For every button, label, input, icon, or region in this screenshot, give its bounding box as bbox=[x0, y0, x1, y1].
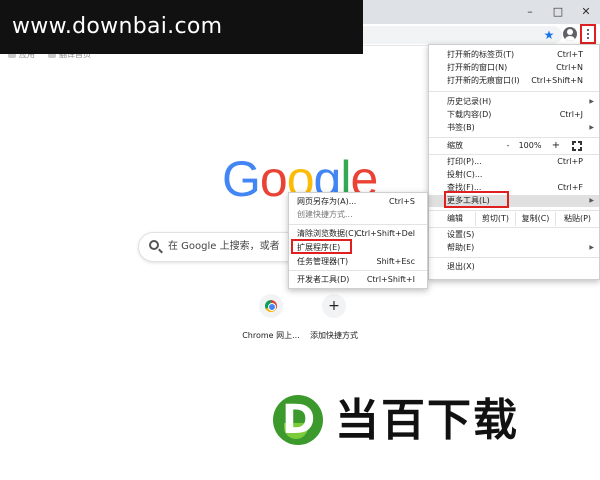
menu-item-label: 任务管理器(T) bbox=[297, 257, 349, 266]
menu-divider bbox=[429, 91, 599, 92]
menu-item-label: 打印(P)... bbox=[447, 157, 482, 166]
menu-item-label: 帮助(E) bbox=[447, 243, 475, 252]
submenu-arrow-icon: ▶ bbox=[589, 197, 594, 204]
account-icon[interactable] bbox=[563, 27, 577, 41]
menu-item-incognito[interactable]: 打开新的无痕窗口(I) Ctrl+Shift+N bbox=[429, 75, 599, 87]
watermark-top: www.downbai.com bbox=[0, 0, 363, 54]
minimize-button[interactable]: – bbox=[516, 0, 544, 22]
chrome-icon bbox=[265, 300, 277, 312]
edit-row: 编辑 剪切(T) 复制(C) 粘贴(P) bbox=[429, 212, 599, 226]
menu-item-shortcut: Ctrl+F bbox=[557, 183, 583, 192]
menu-item-shortcut: Ctrl+N bbox=[556, 63, 583, 72]
menu-item-label: 查找(F)... bbox=[447, 183, 482, 192]
submenu-arrow-icon: ▶ bbox=[589, 124, 594, 131]
menu-item-task-manager[interactable]: 任务管理器(T) Shift+Esc bbox=[289, 256, 427, 268]
menu-divider bbox=[429, 137, 599, 138]
zoom-in-button[interactable]: + bbox=[549, 139, 563, 153]
menu-item-history[interactable]: 历史记录(H) ▶ bbox=[429, 96, 599, 108]
cut-button[interactable]: 剪切(T) bbox=[475, 212, 515, 226]
shortcut-label: Chrome 网上... bbox=[242, 331, 300, 340]
zoom-label: 缩放 bbox=[447, 141, 463, 150]
menu-item-bookmarks[interactable]: 书签(B) ▶ bbox=[429, 122, 599, 134]
menu-divider bbox=[429, 154, 599, 155]
menu-item-settings[interactable]: 设置(S) bbox=[429, 229, 599, 241]
edit-label: 编辑 bbox=[447, 214, 463, 223]
more-tools-submenu: 网页另存为(A)... Ctrl+S 创建快捷方式... 清除浏览数据(C)...… bbox=[288, 192, 428, 289]
menu-item-new-tab[interactable]: 打开新的标签页(T) Ctrl+T bbox=[429, 49, 599, 61]
screenshot: – □ ✕ ★ 应用 翻译首页 www.downbai.com Google 在… bbox=[0, 0, 600, 480]
menu-item-label: 设置(S) bbox=[447, 230, 475, 239]
three-dot-menu-icon[interactable] bbox=[580, 24, 596, 44]
menu-item-new-window[interactable]: 打开新的窗口(N) Ctrl+N bbox=[429, 62, 599, 74]
copy-button[interactable]: 复制(C) bbox=[515, 212, 555, 226]
menu-item-label: 网页另存为(A)... bbox=[297, 197, 357, 206]
watermark-letter: D bbox=[282, 397, 316, 443]
menu-item-label: 打开新的窗口(N) bbox=[447, 63, 508, 72]
menu-divider bbox=[429, 257, 599, 258]
close-button[interactable]: ✕ bbox=[572, 0, 600, 22]
menu-item-shortcut: Ctrl+Shift+N bbox=[531, 76, 583, 85]
menu-item-label: 退出(X) bbox=[447, 262, 475, 271]
shortcut-add[interactable]: + 添加快捷方式 bbox=[299, 294, 369, 341]
menu-item-shortcut: Ctrl+S bbox=[388, 197, 415, 206]
menu-divider bbox=[289, 224, 427, 225]
menu-item-label: 投射(C)... bbox=[447, 170, 483, 179]
menu-item-cast[interactable]: 投射(C)... bbox=[429, 169, 599, 181]
menu-item-label: 打开新的无痕窗口(I) bbox=[447, 76, 520, 85]
shortcut-tile bbox=[259, 294, 283, 318]
menu-item-label: 更多工具(L) bbox=[447, 196, 490, 205]
menu-item-shortcut: Ctrl+P bbox=[557, 157, 583, 166]
menu-item-label: 开发者工具(D) bbox=[297, 275, 350, 284]
menu-item-downloads[interactable]: 下载内容(D) Ctrl+J bbox=[429, 109, 599, 121]
menu-item-shortcut: Shift+Esc bbox=[376, 257, 415, 266]
chrome-main-menu: 打开新的标签页(T) Ctrl+T 打开新的窗口(N) Ctrl+N 打开新的无痕窗… bbox=[428, 44, 600, 280]
menu-item-label: 扩展程序(E) bbox=[297, 243, 341, 252]
menu-item-create-shortcut[interactable]: 创建快捷方式... bbox=[289, 209, 427, 221]
menu-item-extensions[interactable]: 扩展程序(E) bbox=[289, 242, 427, 254]
watermark-text: 当百下载 bbox=[335, 395, 519, 446]
submenu-arrow-icon: ▶ bbox=[589, 244, 594, 251]
menu-item-label: 书签(B) bbox=[447, 123, 475, 132]
menu-item-print[interactable]: 打印(P)... Ctrl+P bbox=[429, 156, 599, 168]
menu-item-exit[interactable]: 退出(X) bbox=[429, 261, 599, 273]
zoom-level: 100% bbox=[518, 141, 542, 150]
menu-item-more-tools[interactable]: 更多工具(L) ▶ bbox=[429, 195, 599, 207]
submenu-arrow-icon: ▶ bbox=[589, 98, 594, 105]
menu-item-help[interactable]: 帮助(E) ▶ bbox=[429, 242, 599, 254]
search-input[interactable]: 在 Google 上搜索，或者输入网址 bbox=[168, 239, 280, 255]
watermark-bottom: D 当百下载 bbox=[273, 393, 568, 449]
menu-divider bbox=[429, 227, 599, 228]
menu-item-shortcut: Ctrl+T bbox=[557, 50, 583, 59]
menu-divider bbox=[429, 210, 599, 211]
menu-item-shortcut: Ctrl+J bbox=[559, 110, 583, 119]
menu-item-clear-data[interactable]: 清除浏览数据(C)... Ctrl+Shift+Del bbox=[289, 228, 427, 240]
menu-item-label: 打开新的标签页(T) bbox=[447, 50, 515, 59]
paste-button[interactable]: 粘贴(P) bbox=[555, 212, 599, 226]
zoom-out-button[interactable]: - bbox=[501, 139, 515, 153]
menu-item-label: 创建快捷方式... bbox=[297, 210, 353, 219]
menu-item-shortcut: Ctrl+Shift+Del bbox=[355, 229, 415, 238]
menu-item-shortcut: Ctrl+Shift+I bbox=[366, 275, 415, 284]
menu-item-label: 历史记录(H) bbox=[447, 97, 492, 106]
menu-item-save-page[interactable]: 网页另存为(A)... Ctrl+S bbox=[289, 196, 427, 208]
fullscreen-icon[interactable] bbox=[572, 141, 582, 151]
menu-item-find[interactable]: 查找(F)... Ctrl+F bbox=[429, 182, 599, 194]
add-icon: + bbox=[322, 294, 346, 318]
shortcut-chrome-web-store[interactable]: Chrome 网上... bbox=[236, 294, 306, 341]
logo-letter: G bbox=[222, 151, 261, 207]
zoom-row: 缩放 - 100% + bbox=[429, 139, 599, 153]
logo-letter: o bbox=[259, 151, 288, 207]
search-icon bbox=[149, 240, 159, 250]
shortcut-label: 添加快捷方式 bbox=[310, 331, 358, 340]
menu-divider bbox=[289, 270, 427, 271]
window-controls: – □ ✕ bbox=[516, 0, 600, 24]
menu-item-label: 下载内容(D) bbox=[447, 110, 492, 119]
star-icon[interactable]: ★ bbox=[542, 26, 556, 44]
menu-item-devtools[interactable]: 开发者工具(D) Ctrl+Shift+I bbox=[289, 274, 427, 286]
menu-item-label: 清除浏览数据(C)... bbox=[297, 229, 365, 238]
maximize-button[interactable]: □ bbox=[544, 0, 572, 22]
